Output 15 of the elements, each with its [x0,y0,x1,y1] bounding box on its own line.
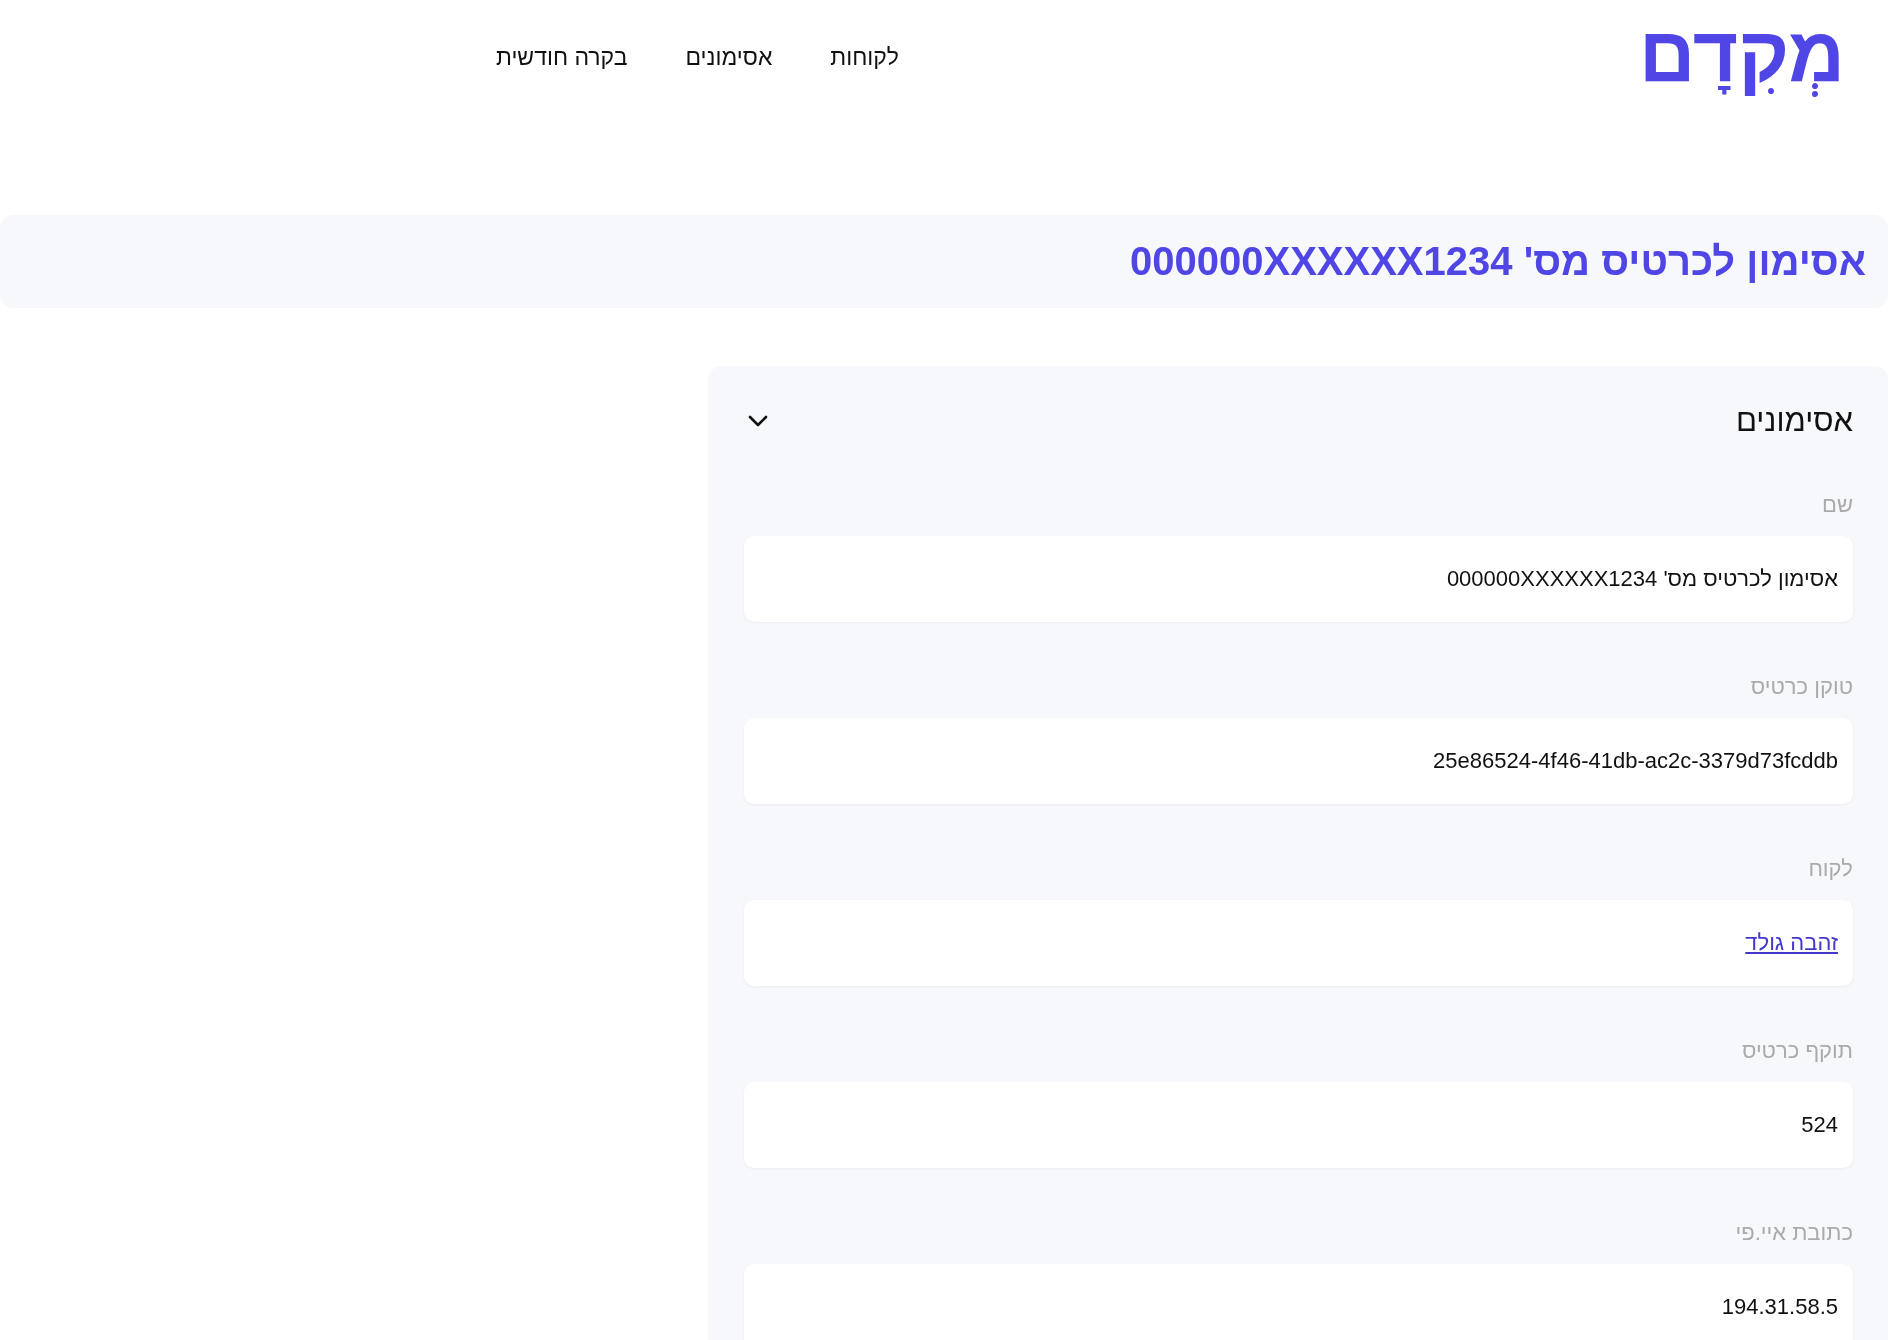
value-field: 194.31.58.5 [744,1264,1853,1340]
nav-link[interactable]: לקוחות [830,44,899,71]
field-label: כתובת איי.פי [1735,1220,1853,1246]
field-label: שם [1822,492,1853,518]
field-label: לקוח [1808,856,1853,882]
value-field: אסימון לכרטיס מס' 000000XXXXXX1234 [744,536,1853,622]
page-title: אסימון לכרטיס מס' 000000XXXXXX1234 [1130,239,1866,284]
nav-link[interactable]: בקרה חודשית [495,44,628,71]
nav-link[interactable]: אסימונים [685,44,773,71]
field-label: תוקף כרטיס [1741,1038,1853,1064]
customer-link[interactable]: זהבה גולד [1745,930,1838,956]
panel-title: אסימונים [1735,403,1853,439]
value-field: 25e86524-4f46-41db-ac2c-3379d73fcddb [744,718,1853,804]
value-field: 524 [744,1082,1853,1168]
field-label: טוקן כרטיס [1750,674,1853,700]
